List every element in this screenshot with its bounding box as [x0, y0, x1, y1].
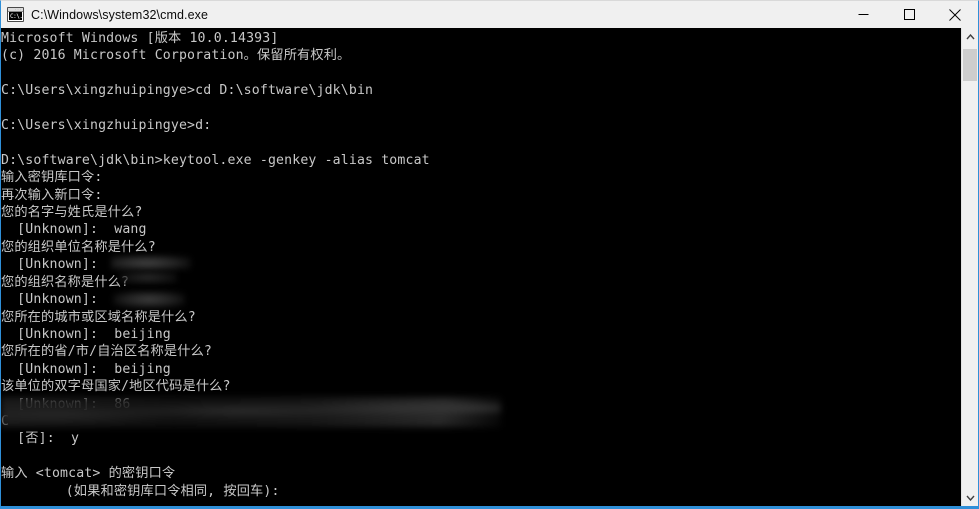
cmd-icon-prompt-text: C:\. — [9, 12, 23, 20]
scrollbar-thumb[interactable] — [963, 49, 977, 81]
console-text: Microsoft Windows [版本 10.0.14393] (c) 20… — [1, 31, 430, 499]
minimize-button[interactable] — [840, 1, 886, 28]
close-button[interactable] — [932, 1, 978, 28]
console-output-area[interactable]: Microsoft Windows [版本 10.0.14393] (c) 20… — [1, 28, 961, 506]
vertical-scrollbar[interactable] — [961, 28, 978, 506]
cmd-console-icon: ··· C:\. — [7, 7, 24, 22]
minimize-icon — [858, 14, 868, 15]
scrollbar-up-button[interactable] — [962, 28, 978, 45]
window-controls — [840, 1, 978, 28]
window-titlebar[interactable]: ··· C:\. C:\Windows\system32\cmd.exe — [1, 1, 978, 28]
close-icon — [949, 8, 961, 21]
maximize-icon — [903, 9, 915, 20]
chevron-down-icon — [965, 495, 975, 501]
maximize-button[interactable] — [886, 1, 932, 28]
window-title: C:\Windows\system32\cmd.exe — [31, 7, 209, 22]
chevron-up-icon — [965, 33, 975, 39]
scrollbar-down-button[interactable] — [962, 489, 978, 506]
cmd-window: ··· C:\. C:\Windows\system32\cmd.exe Mic… — [0, 0, 979, 509]
